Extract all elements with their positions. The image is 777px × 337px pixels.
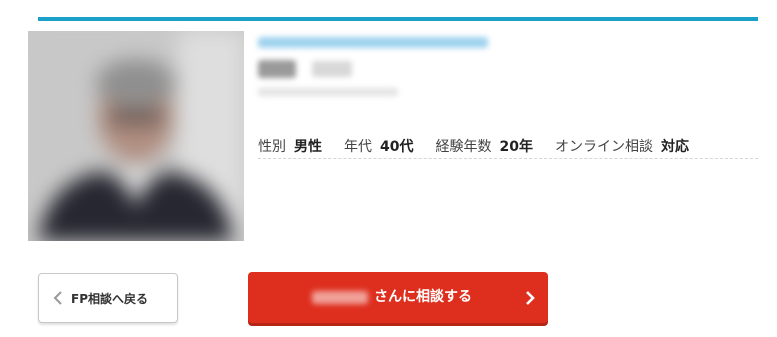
- advisor-subtitle-blurred: [258, 88, 398, 96]
- stat-gender-value: 男性: [294, 139, 322, 155]
- advisor-photo: [28, 31, 244, 241]
- stat-online-label: オンライン相談: [554, 139, 653, 155]
- chevron-left-icon: [53, 290, 65, 306]
- stat-experience-value: 20年: [499, 139, 533, 155]
- advisor-title-blurred: [258, 37, 488, 48]
- back-button-label: FP相談へ戻る: [71, 291, 148, 306]
- advisor-stats: 性別 男性 年代 40代 経験年数 20年 オンライン相談 対応: [258, 134, 758, 159]
- advisor-name-blurred: [258, 60, 296, 78]
- stat-online-value: 対応: [660, 139, 689, 155]
- advisor-name-blurred-in-button: [312, 291, 368, 304]
- advisor-name-kana-blurred: [312, 61, 352, 77]
- stat-gender-label: 性別: [258, 139, 286, 155]
- back-to-fp-button[interactable]: FP相談へ戻る: [38, 273, 178, 323]
- header-accent-bar: [38, 17, 758, 21]
- stat-age-value: 40代: [380, 139, 414, 155]
- consult-button-label: さんに相談する: [374, 289, 472, 305]
- stat-experience-label: 経験年数: [435, 139, 492, 155]
- stat-age-label: 年代: [344, 139, 372, 155]
- chevron-right-icon: [524, 290, 536, 306]
- consult-advisor-button[interactable]: さんに相談する: [248, 272, 548, 323]
